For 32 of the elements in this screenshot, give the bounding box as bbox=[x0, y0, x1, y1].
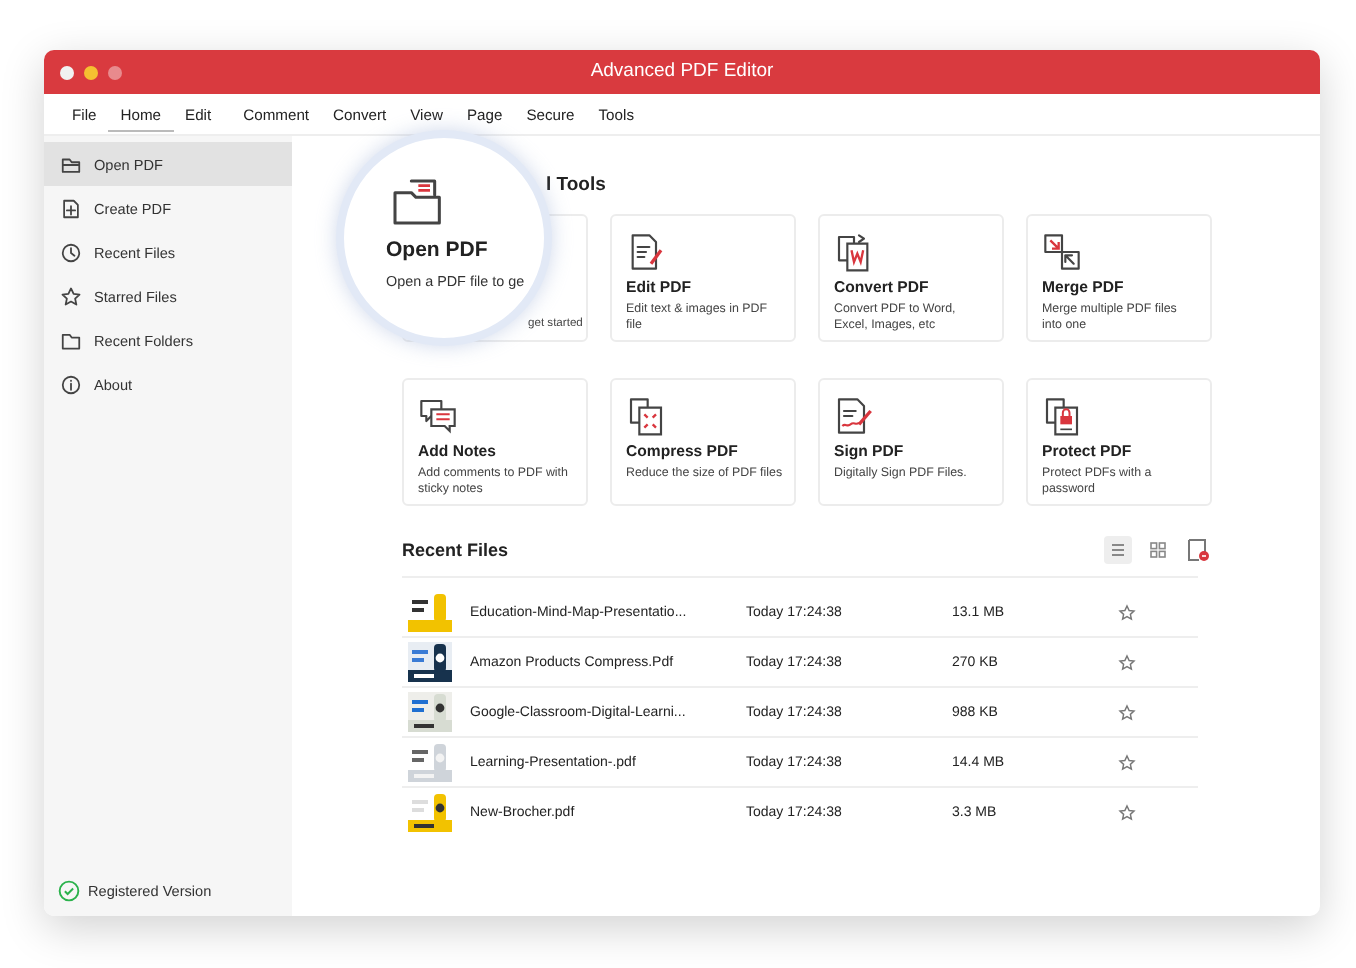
clear-recent-button[interactable] bbox=[1184, 536, 1212, 564]
compress-icon bbox=[626, 396, 666, 436]
document-delete-icon bbox=[1186, 538, 1210, 562]
folder-icon bbox=[388, 174, 444, 230]
star-icon[interactable] bbox=[1118, 703, 1136, 721]
close-button[interactable] bbox=[60, 65, 74, 79]
star-icon[interactable] bbox=[1118, 803, 1136, 821]
card-title: Open PDF bbox=[386, 238, 488, 262]
list-icon bbox=[1110, 542, 1126, 558]
minimize-button[interactable] bbox=[84, 65, 98, 79]
signature-icon bbox=[834, 396, 874, 436]
lock-document-icon bbox=[1042, 396, 1082, 436]
file-plus-icon bbox=[60, 197, 82, 219]
check-circle-icon bbox=[58, 880, 80, 902]
section-heading: l Tools bbox=[546, 174, 606, 196]
grid-icon bbox=[1150, 542, 1166, 558]
view-toggle[interactable] bbox=[1144, 536, 1172, 564]
info-icon bbox=[60, 373, 82, 395]
speech-bubbles-icon bbox=[418, 396, 458, 436]
window-title: Advanced PDF Editor bbox=[590, 60, 774, 82]
document-pen-icon bbox=[626, 232, 666, 272]
documents-icon bbox=[834, 232, 874, 272]
view-toggle[interactable] bbox=[1104, 536, 1132, 564]
star-icon[interactable] bbox=[1118, 603, 1136, 621]
star-icon bbox=[60, 285, 82, 307]
section-heading: Recent Files bbox=[402, 540, 511, 560]
clock-icon bbox=[60, 241, 82, 263]
star-icon[interactable] bbox=[1118, 753, 1136, 771]
merge-arrows-icon bbox=[1042, 232, 1082, 272]
folder-icon bbox=[60, 153, 82, 175]
folder-icon bbox=[60, 329, 82, 351]
star-icon[interactable] bbox=[1118, 653, 1136, 671]
